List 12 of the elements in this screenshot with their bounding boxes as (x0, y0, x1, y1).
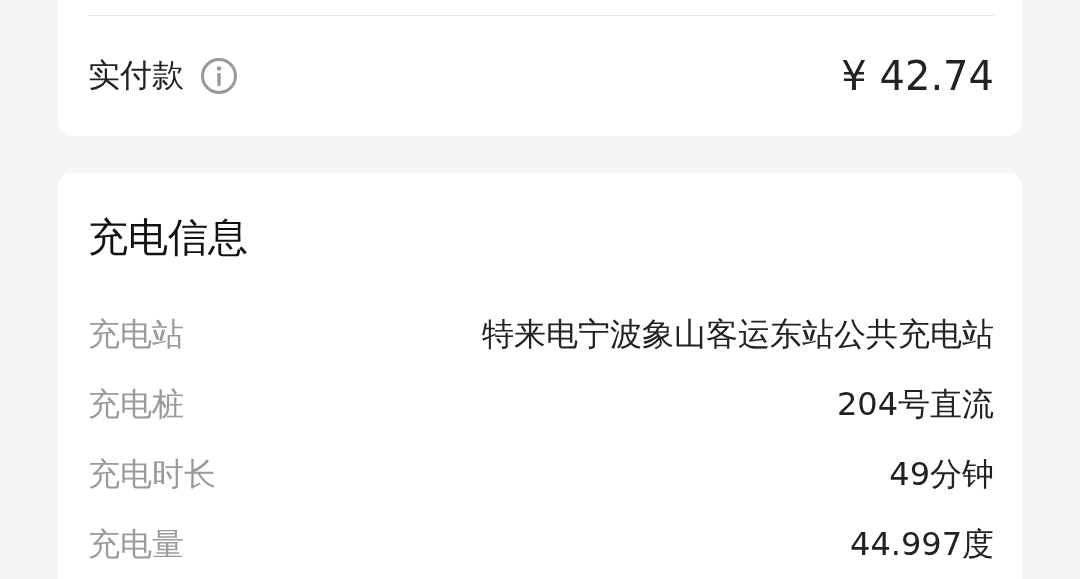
field-label: 充电时长 (88, 454, 216, 495)
field-label: 充电站 (88, 314, 184, 355)
field-label: 充电桩 (88, 384, 184, 425)
field-value: 204号直流 (836, 384, 994, 425)
info-icon[interactable] (200, 57, 238, 95)
field-value: 49分钟 (889, 454, 994, 495)
paid-amount-label: 实付款 (88, 55, 184, 96)
field-value: 特来电宁波象山客运东站公共充电站 (482, 314, 994, 355)
paid-amount: ¥ 42.74 (841, 53, 994, 99)
field-label: 充电量 (88, 524, 184, 565)
section-title: 充电信息 (88, 213, 249, 261)
field-value: 44.997度 (850, 524, 994, 565)
